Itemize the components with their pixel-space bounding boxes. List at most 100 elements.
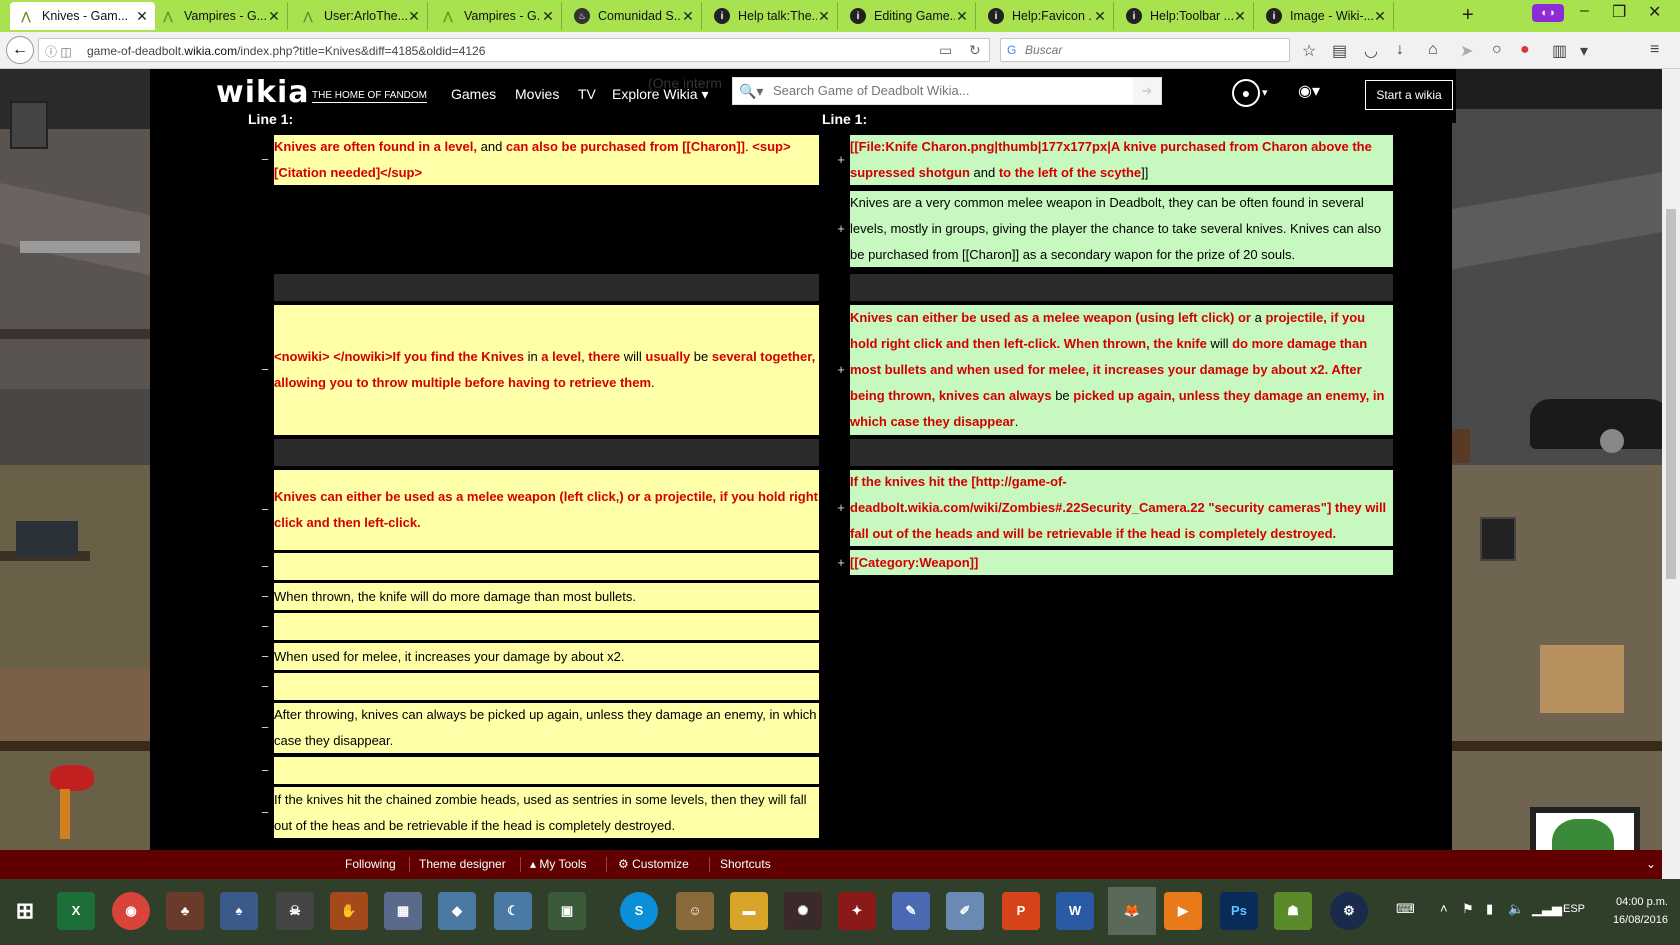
search-submit-button[interactable]: ➜ xyxy=(1133,78,1161,104)
minimize-button[interactable]: – xyxy=(1580,2,1589,20)
chrome-icon[interactable]: ◉ xyxy=(112,892,150,930)
browser-tab[interactable]: i Help:Toolbar ... ✕ xyxy=(1118,2,1254,30)
game-icon-2[interactable]: ♠ xyxy=(220,892,258,930)
start-a-wikia-button[interactable]: Start a wikia xyxy=(1365,80,1453,110)
paint-icon-2[interactable]: ✐ xyxy=(946,892,984,930)
menu-icon[interactable]: ≡ xyxy=(1650,41,1659,59)
scrollbar-thumb[interactable] xyxy=(1666,209,1676,579)
paint-icon[interactable]: ✎ xyxy=(892,892,930,930)
download-icon[interactable]: ↓ xyxy=(1396,41,1404,59)
changed-text: there xyxy=(588,349,621,364)
bookmark-star-icon[interactable]: ☆ xyxy=(1302,41,1316,61)
user-avatar-icon[interactable]: ● xyxy=(1232,79,1260,107)
close-tab-icon[interactable]: ✕ xyxy=(541,8,555,25)
chat-icon[interactable]: ○ xyxy=(1492,41,1502,59)
signal-icon[interactable]: ▁▃▅ xyxy=(1532,901,1562,917)
nav-movies[interactable]: Movies xyxy=(515,86,559,102)
windows-start-icon[interactable]: ⊞ xyxy=(6,892,44,930)
game-icon-6[interactable]: ✺ xyxy=(784,892,822,930)
avatar-chevron-icon[interactable]: ▾ xyxy=(1262,86,1268,99)
browser-tab[interactable]: i Help talk:The... ✕ xyxy=(706,2,838,30)
browser-tab-bar: ⋀ Knives - Gam... ✕ ⋀ Vampires - G... ✕ ⋀ User:… xyxy=(0,0,1680,32)
browser-tab[interactable]: ⋀ Vampires - G... ✕ xyxy=(152,2,288,30)
close-tab-icon[interactable]: ✕ xyxy=(817,8,831,25)
app-icon-1[interactable]: ◆ xyxy=(438,892,476,930)
maximize-button[interactable]: ❐ xyxy=(1612,2,1626,22)
browser-search-input[interactable] xyxy=(1025,42,1285,58)
pocket-icon[interactable]: ◡ xyxy=(1364,41,1378,61)
volume-icon[interactable]: 🔈 xyxy=(1508,901,1524,917)
photoshop-icon[interactable]: Ps xyxy=(1220,892,1258,930)
site-info-icon[interactable]: ⓘ ◫ xyxy=(45,43,72,60)
close-tab-icon[interactable]: ✕ xyxy=(135,8,149,25)
close-tab-icon[interactable]: ✕ xyxy=(1373,8,1387,25)
language-indicator[interactable]: ESP xyxy=(1563,903,1585,915)
toolbar-following[interactable]: Following xyxy=(345,857,396,871)
browser-tab[interactable]: ⋀ Vampires - G... ✕ xyxy=(432,2,562,30)
share-icon[interactable]: ➤ xyxy=(1460,41,1473,61)
diff-removed-marker: − xyxy=(261,362,269,377)
tray-expand-icon[interactable]: ˄ xyxy=(1440,901,1448,916)
excel-icon[interactable]: X xyxy=(57,892,95,930)
game-icon-5[interactable]: ☺ xyxy=(676,892,714,930)
media-player-icon[interactable]: ▶ xyxy=(1164,892,1202,930)
page-scrollbar[interactable] xyxy=(1662,69,1680,879)
nav-games[interactable]: Games xyxy=(451,86,496,102)
close-window-button[interactable]: ✕ xyxy=(1648,2,1661,22)
browser-tab[interactable]: ⋀ User:ArloThe... ✕ xyxy=(292,2,428,30)
file-explorer-icon[interactable]: ▬ xyxy=(730,892,768,930)
toolbar-customize[interactable]: ⚙ Customize xyxy=(618,857,689,871)
search-icon: 🔍▾ xyxy=(739,83,764,99)
game-icon-7[interactable]: ✦ xyxy=(838,892,876,930)
new-tab-button[interactable]: + xyxy=(1462,4,1474,27)
nav-tv[interactable]: TV xyxy=(578,86,596,102)
system-clock[interactable]: 04:00 p.m. 16/08/2016 xyxy=(1600,893,1668,929)
app-icon-2[interactable]: ☾ xyxy=(494,892,532,930)
close-tab-icon[interactable]: ✕ xyxy=(267,8,281,25)
reader-view-icon[interactable]: ▭ xyxy=(939,42,952,59)
close-tab-icon[interactable]: ✕ xyxy=(1233,8,1247,25)
addon-icon[interactable]: ● xyxy=(1520,41,1530,59)
game-icon-3[interactable]: ☠ xyxy=(276,892,314,930)
back-button[interactable]: ← xyxy=(6,36,34,64)
calculator-icon[interactable]: ▦ xyxy=(384,892,422,930)
keyboard-icon[interactable]: ⌨ xyxy=(1396,901,1415,917)
network-icon[interactable]: ▮ xyxy=(1486,901,1493,917)
close-tab-icon[interactable]: ✕ xyxy=(955,8,969,25)
wikia-logo[interactable]: wikia xyxy=(216,75,309,110)
game-icon-1[interactable]: ♣ xyxy=(166,892,204,930)
bookmarks-list-icon[interactable]: ▤ xyxy=(1332,41,1347,61)
toolbar-shortcuts[interactable]: Shortcuts xyxy=(720,857,771,871)
diff-left-header: Line 1: xyxy=(248,111,294,127)
toolbar-my-tools[interactable]: ▴ My Tools xyxy=(530,857,587,871)
wikia-tagline: THE HOME OF FANDOM xyxy=(312,90,427,103)
browser-tab[interactable]: i Help:Favicon ... ✕ xyxy=(980,2,1114,30)
notifications-icon[interactable]: ◉▾ xyxy=(1298,81,1320,101)
steam-icon[interactable]: ⚙ xyxy=(1330,892,1368,930)
wikia-search-input[interactable] xyxy=(773,83,1123,98)
word-icon[interactable]: W xyxy=(1056,892,1094,930)
close-tab-icon[interactable]: ✕ xyxy=(681,8,695,25)
toolbar-collapse-icon[interactable]: ⌄ xyxy=(1646,857,1656,871)
skype-icon[interactable]: S xyxy=(620,892,658,930)
url-bar[interactable]: ⓘ ◫ game-of-deadbolt.wikia.com/index.php… xyxy=(38,38,990,62)
app-icon-3[interactable]: ▣ xyxy=(548,892,586,930)
wikia-search-box[interactable]: 🔍▾ ➜ xyxy=(732,77,1162,105)
browser-tab[interactable]: i Editing Game... ✕ xyxy=(842,2,976,30)
game-icon-8[interactable]: ☗ xyxy=(1274,892,1312,930)
close-tab-icon[interactable]: ✕ xyxy=(407,8,421,25)
toolbar-theme-designer[interactable]: Theme designer xyxy=(419,857,506,871)
close-tab-icon[interactable]: ✕ xyxy=(1093,8,1107,25)
game-icon-4[interactable]: ✋ xyxy=(330,892,368,930)
trash-icon[interactable]: ▥ xyxy=(1552,41,1567,61)
flag-icon[interactable]: ⚑ xyxy=(1462,901,1474,917)
browser-tab[interactable]: ♨ Comunidad S... ✕ xyxy=(566,2,702,30)
powerpoint-icon[interactable]: P xyxy=(1002,892,1040,930)
home-icon[interactable]: ⌂ xyxy=(1428,41,1438,59)
overflow-icon[interactable]: ▾ xyxy=(1580,41,1588,61)
browser-search-box[interactable]: G xyxy=(1000,38,1290,62)
firefox-icon[interactable]: 🦊 xyxy=(1108,887,1156,935)
reload-icon[interactable]: ↻ xyxy=(969,42,981,59)
browser-tab[interactable]: i Image - Wiki-... ✕ xyxy=(1258,2,1394,30)
browser-tab[interactable]: ⋀ Knives - Gam... ✕ xyxy=(10,2,155,30)
